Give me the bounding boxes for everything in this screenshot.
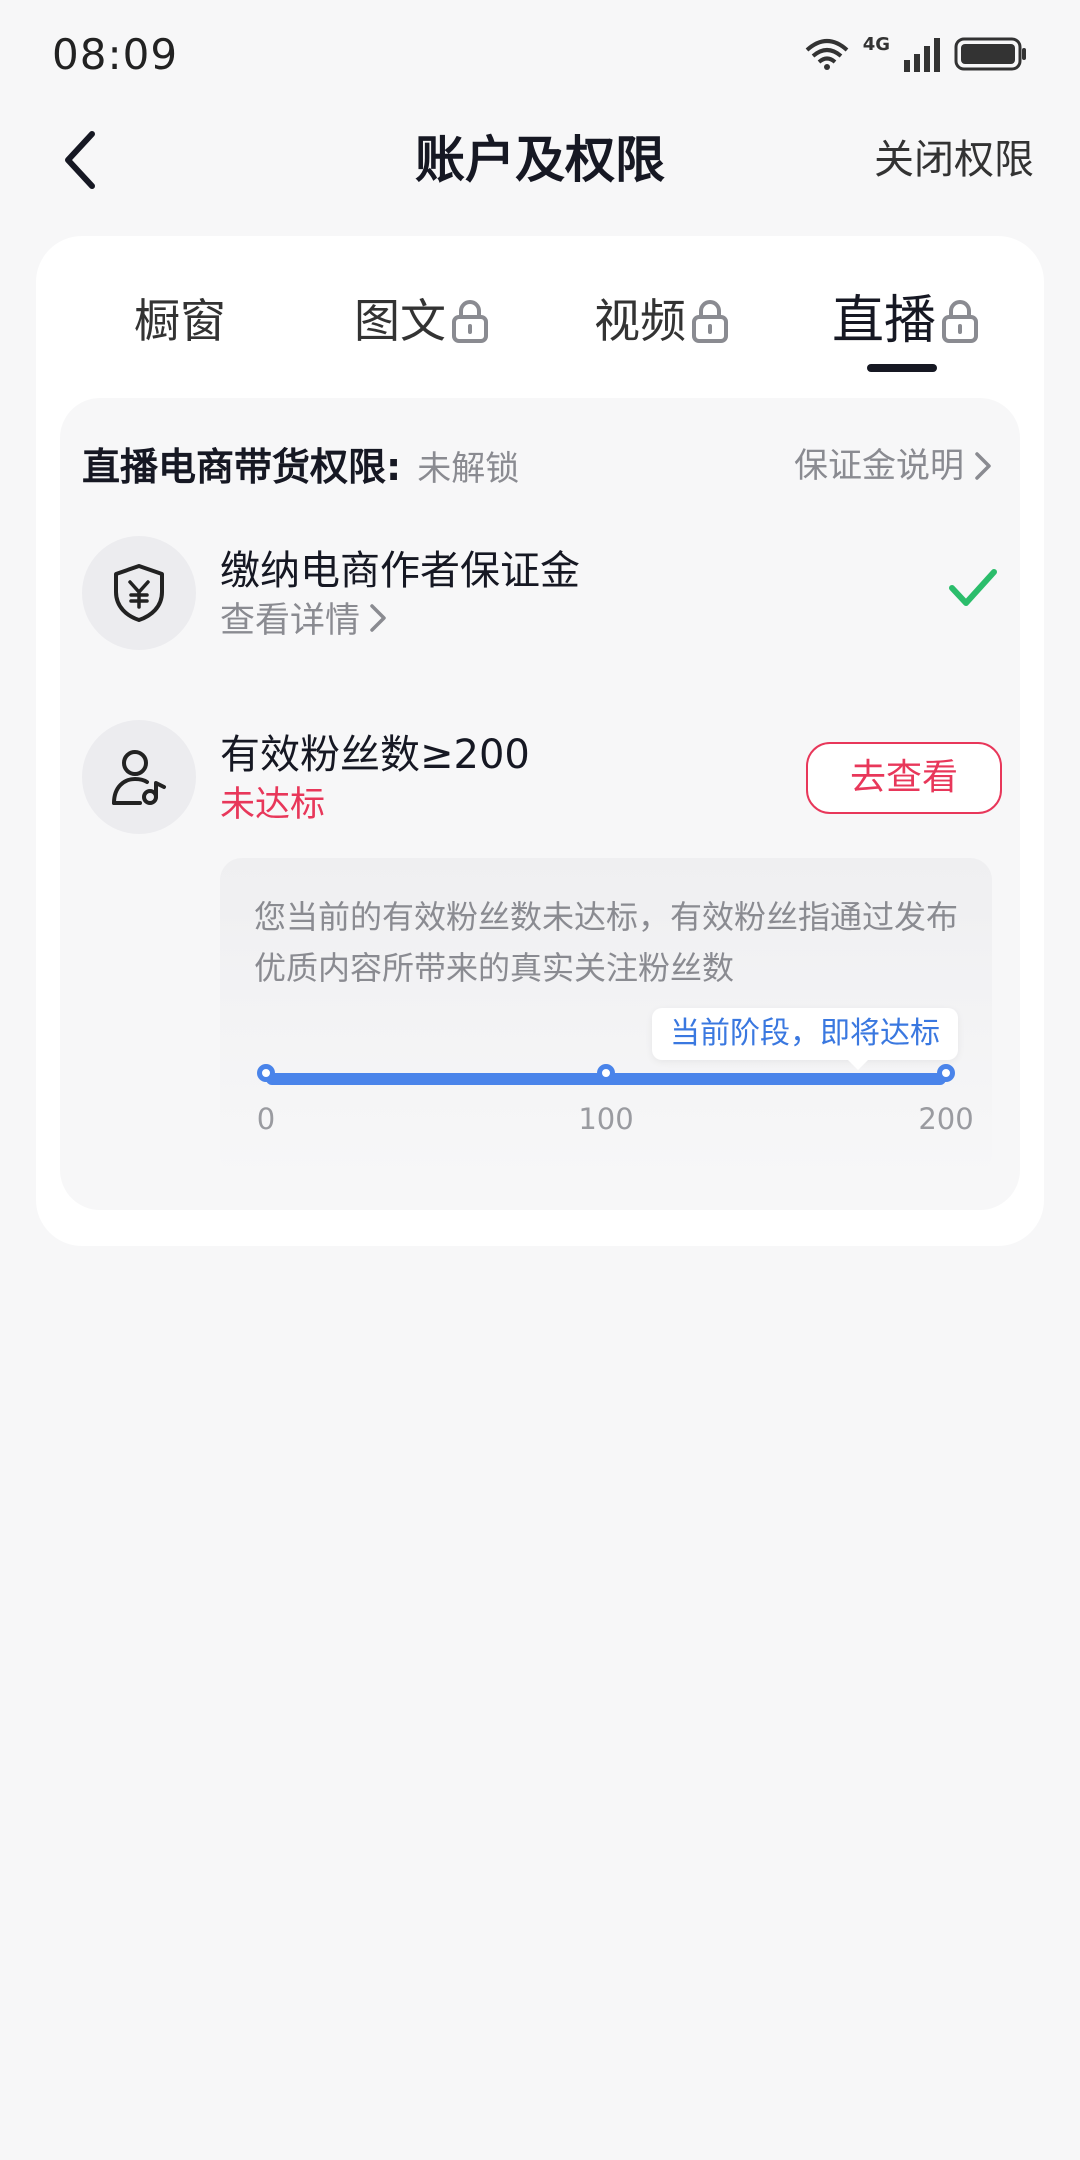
requirement-icon-circle [82,536,196,650]
lock-icon [692,300,728,343]
progress-tick: 200 [918,1102,974,1136]
network-type-label: 4G [862,34,890,55]
requirement-deposit: 缴纳电商作者保证金 查看详情 [82,536,1002,656]
battery-icon [954,36,1028,76]
chevron-right-icon [975,452,991,480]
tab-active-indicator [867,364,937,372]
tab-video[interactable]: 视频 [594,286,730,356]
fans-info-box: 您当前的有效粉丝数未达标，有效粉丝指通过发布优质内容所带来的真实关注粉丝数 当前… [220,858,992,1178]
tab-showcase[interactable]: 橱窗 [134,286,226,356]
permission-title: 直播电商带货权限: [82,445,402,489]
progress-tick: 100 [578,1102,634,1136]
tab-label: 视频 [594,294,686,348]
tab-label: 橱窗 [134,294,226,348]
tab-label: 直播 [832,291,937,351]
go-check-button[interactable]: 去查看 [806,742,1002,814]
shield-yuan-icon [114,564,164,622]
lock-icon [942,300,979,343]
user-music-icon [112,750,166,805]
permission-status: 未解锁 [417,449,520,489]
requirement-fans: 有效粉丝数≥200 未达标 去查看 [82,720,1002,840]
permission-header: 直播电商带货权限: 未解锁 [82,436,519,496]
requirement-icon-circle [82,720,196,834]
fans-info-text: 您当前的有效粉丝数未达标，有效粉丝指通过发布优质内容所带来的真实关注粉丝数 [254,898,959,987]
progress-dot-mid [597,1064,615,1082]
back-button[interactable] [40,110,120,210]
view-details-link[interactable]: 查看详情 [220,592,390,643]
progress-dot-end [937,1064,955,1082]
view-details-label: 查看详情 [220,601,361,641]
chevron-right-icon [370,603,386,632]
progress-tooltip-tail [846,1058,870,1070]
requirement-status: 未达标 [220,785,326,825]
tab-label: 图文 [354,294,446,348]
requirement-title: 缴纳电商作者保证金 [220,548,580,594]
requirement-title: 有效粉丝数≥200 [220,732,530,778]
status-bar: 08:09 4G [0,0,1080,110]
deposit-info-link[interactable]: 保证金说明 [794,436,996,496]
lock-icon [452,300,488,343]
progress-dot-start [257,1064,275,1082]
progress-tooltip: 当前阶段，即将达标 [652,1008,958,1060]
wifi-icon [803,36,851,76]
check-icon [949,569,997,606]
deposit-info-label: 保证金说明 [794,446,964,486]
permission-panel: 直播电商带货权限: 未解锁 保证金说明 缴纳电商作者保证金 查看详情 有效粉丝数… [60,398,1020,1210]
status-time: 08:09 [52,30,179,79]
status-icons: 4G [803,36,1028,76]
signal-icon [902,36,942,76]
tab-bar: 橱窗 图文 视频 直播 [36,236,1044,386]
tab-image-text[interactable]: 图文 [354,286,490,356]
nav-bar: 账户及权限 关闭权限 [0,110,1080,240]
chevron-left-icon [65,131,95,189]
progress-tick: 0 [256,1102,276,1136]
permission-card: 橱窗 图文 视频 直播 直播电商带货权限: 未解锁 保证金说明 缴纳电商作者保证… [36,236,1044,1246]
close-permission-button[interactable]: 关闭权限 [874,110,1034,210]
tab-live[interactable]: 直播 [832,286,980,356]
